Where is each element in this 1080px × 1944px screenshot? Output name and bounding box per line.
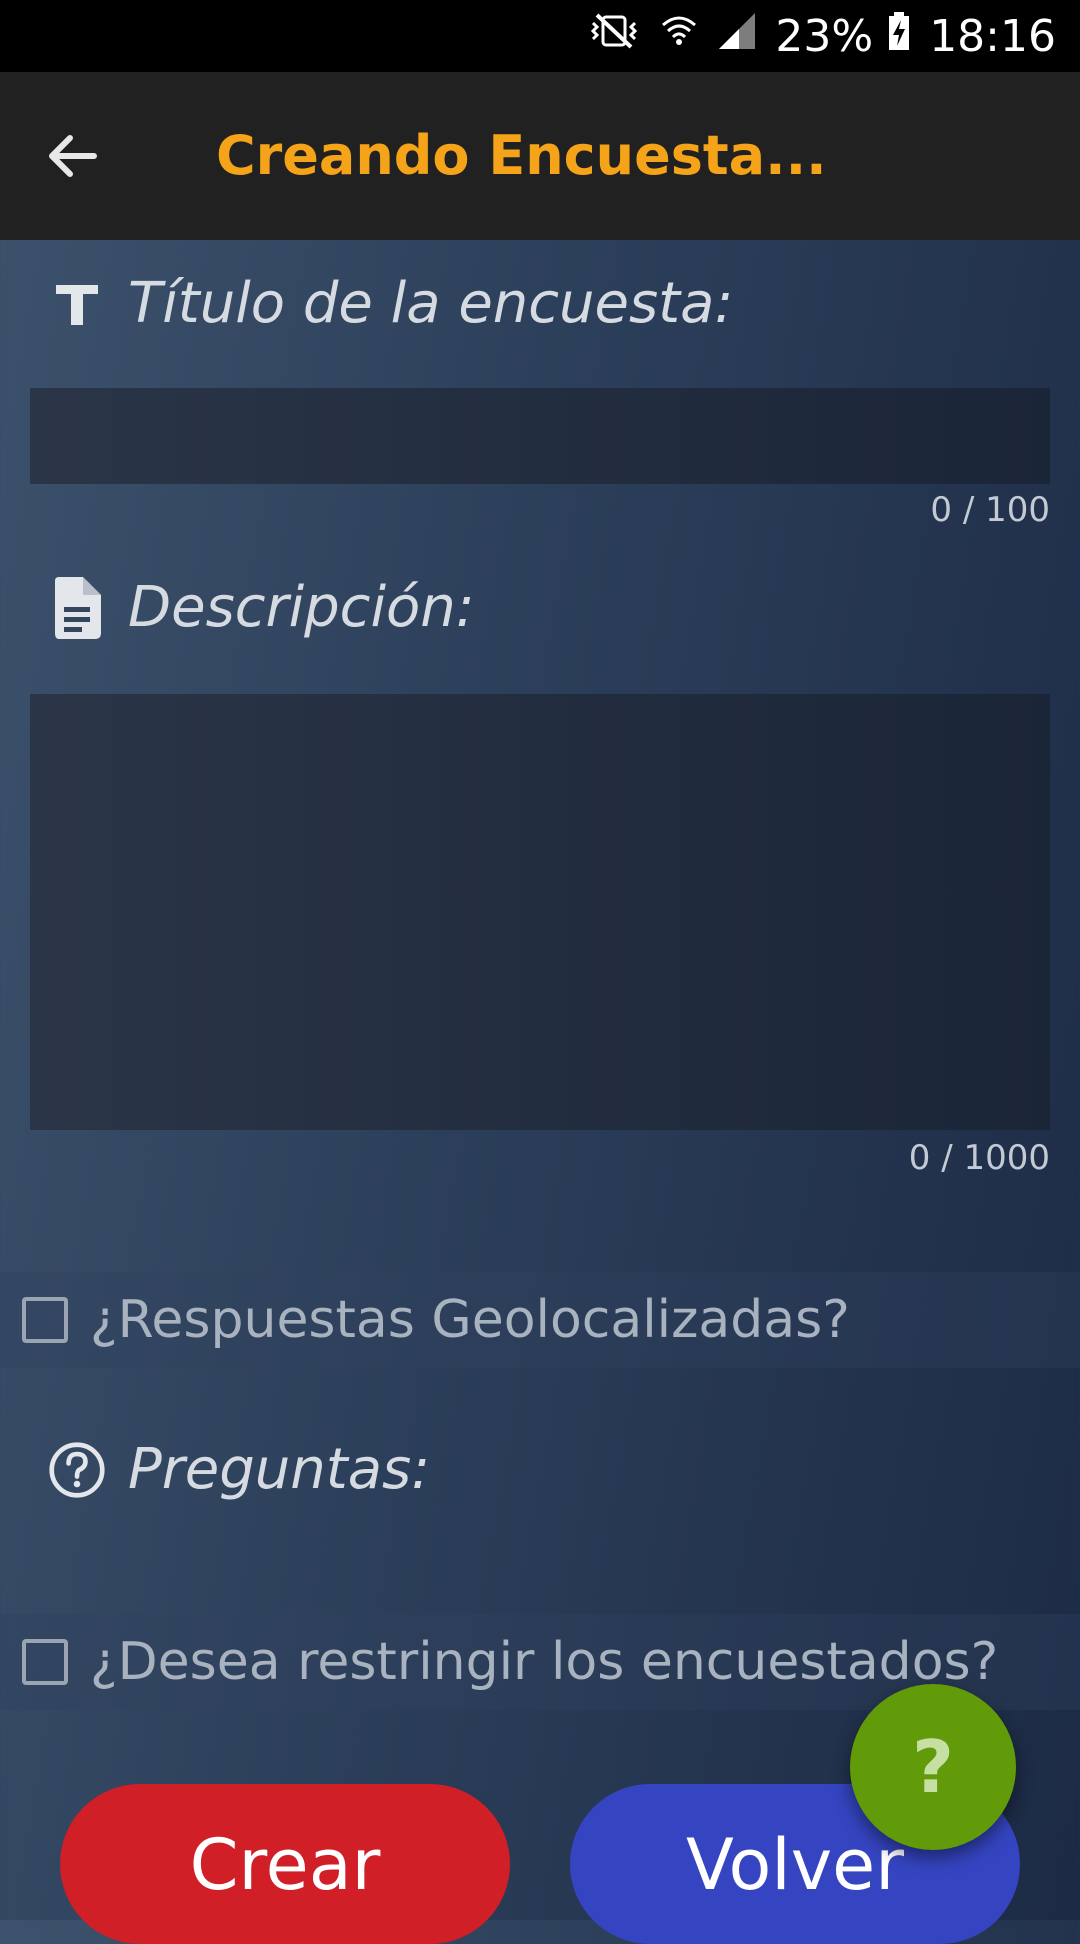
battery-percent: 23% [775, 10, 874, 62]
description-label: Descripción: [128, 575, 475, 640]
survey-title-label-row: Título de la encuesta: [48, 272, 733, 336]
survey-title-label: Título de la encuesta: [128, 271, 734, 336]
restrict-respondents-label: ¿Desea restringir los encuestados? [90, 1632, 999, 1692]
battery-charging-icon [887, 11, 911, 62]
document-icon [48, 577, 106, 639]
title-char-counter: 0 / 100 [930, 490, 1050, 530]
survey-title-input[interactable] [30, 388, 1050, 484]
geolocated-answers-label: ¿Respuestas Geolocalizadas? [90, 1290, 850, 1350]
signal-icon [717, 11, 757, 62]
description-char-counter: 0 / 1000 [908, 1138, 1050, 1178]
questions-label-row: Preguntas: [48, 1438, 430, 1502]
create-button[interactable]: Crear [60, 1784, 510, 1944]
status-bar: 23% 18:16 [0, 0, 1080, 72]
restrict-respondents-checkbox[interactable] [22, 1639, 68, 1685]
help-fab-button[interactable]: ? [850, 1684, 1016, 1850]
page-title: Creando Encuesta... [216, 124, 827, 187]
clock: 18:16 [929, 10, 1056, 62]
geolocated-answers-checkbox[interactable] [22, 1297, 68, 1343]
description-label-row: Descripción: [48, 576, 475, 640]
help-circle-icon [48, 1441, 106, 1499]
app-bar: Creando Encuesta... [0, 72, 1080, 240]
geolocated-answers-row[interactable]: ¿Respuestas Geolocalizadas? [0, 1272, 1080, 1368]
help-question-icon: ? [912, 1725, 954, 1809]
back-arrow-icon[interactable] [44, 128, 100, 184]
text-format-icon [48, 275, 106, 333]
wifi-icon [659, 11, 699, 62]
vibrate-mute-icon [587, 11, 641, 62]
questions-label: Preguntas: [128, 1437, 431, 1502]
description-textarea[interactable] [30, 694, 1050, 1130]
